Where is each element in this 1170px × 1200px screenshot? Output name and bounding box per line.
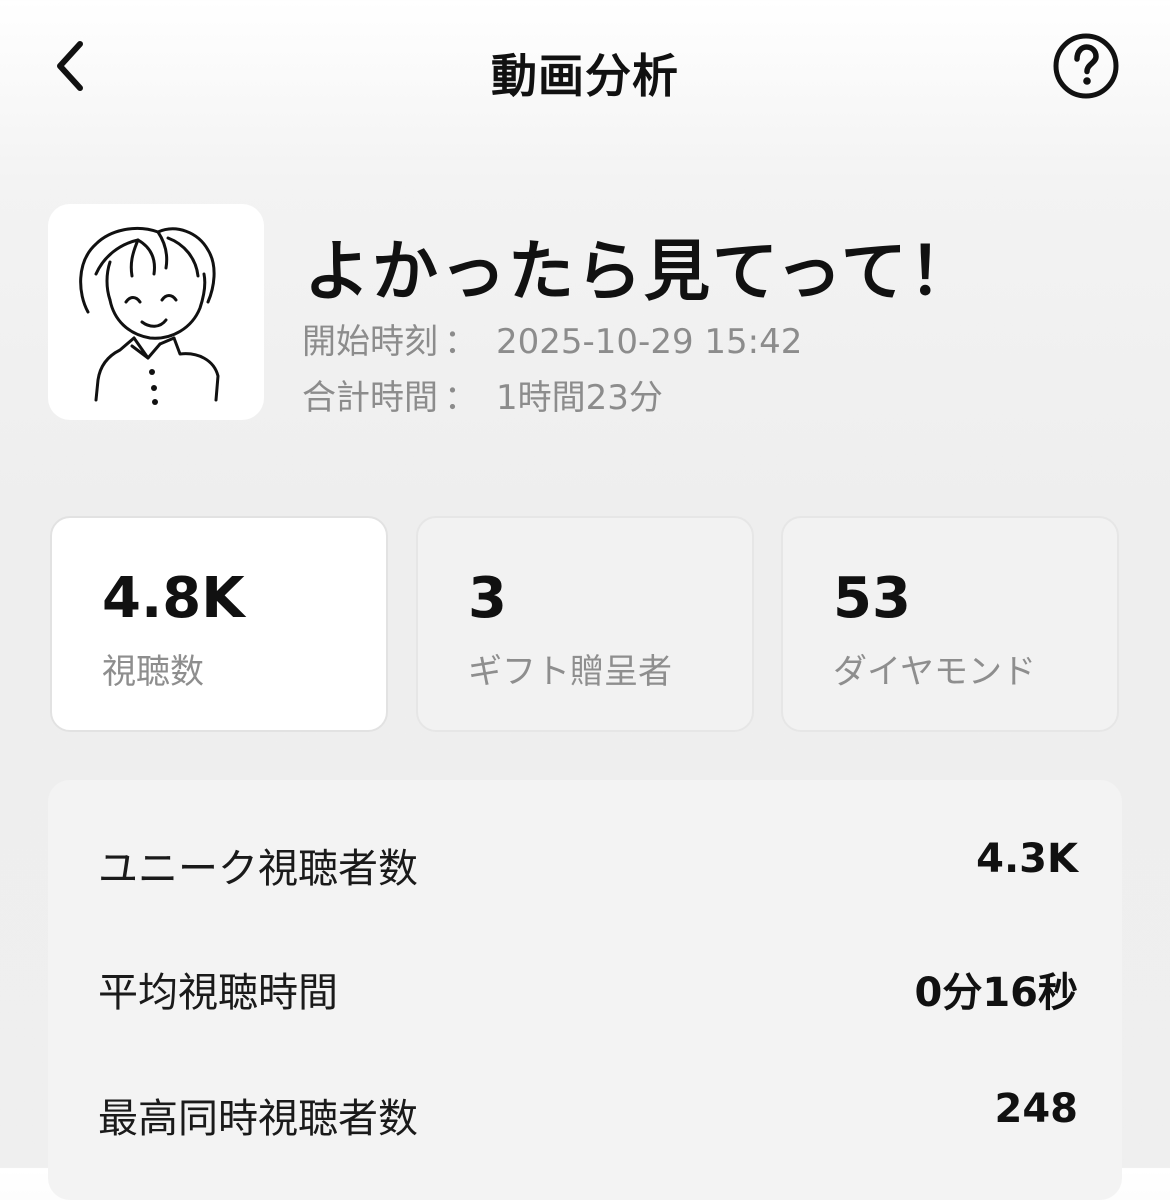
stat-value: 3 [468,566,507,631]
stat-value: 4.8K [102,566,245,631]
avatar-drawing-icon [79,226,220,405]
start-time-value: 2025-10-29 15:42 [496,322,803,362]
metric-row-unique-viewers: ユニーク視聴者数 4.3K [98,836,1078,896]
video-info: よかったら見てって！ 開始時刻： 2025-10-29 15:42 合計時間： 1時… [48,204,1128,420]
metrics-panel: ユニーク視聴者数 4.3K 平均視聴時間 0分16秒 最高同時視聴者数 248 [48,780,1122,1200]
total-time-label: 合計時間 [302,378,438,418]
stat-label: ギフト贈呈者 [468,652,672,692]
video-thumbnail[interactable] [48,204,264,420]
start-time-row: 開始時刻： 2025-10-29 15:42 [302,314,802,363]
start-time-separator: ： [444,322,478,362]
metric-label: 平均視聴時間 [98,970,338,1016]
metric-label: 最高同時視聴者数 [98,1096,418,1142]
stat-label: ダイヤモンド [833,652,1036,692]
stat-value: 53 [833,566,911,631]
stat-card-diamonds[interactable]: 53 ダイヤモンド [781,516,1119,732]
page-title: 動画分析 [491,49,679,103]
metric-label: ユニーク視聴者数 [98,846,418,892]
question-circle-icon [1052,32,1120,104]
help-button[interactable] [1050,32,1122,104]
metric-value: 248 [994,1086,1079,1132]
stat-label: 視聴数 [102,652,204,692]
video-title: よかったら見てって！ [304,233,977,310]
metric-value: 4.3K [976,836,1078,882]
total-time-separator: ： [444,378,478,418]
metric-row-peak-viewers: 最高同時視聴者数 248 [98,1086,1078,1146]
metric-row-avg-watch-time: 平均視聴時間 0分16秒 [98,960,1078,1020]
header-bar: 動画分析 [0,0,1170,140]
stat-card-views[interactable]: 4.8K 視聴数 [50,516,388,732]
start-time-label: 開始時刻 [302,322,438,362]
stat-card-gifters[interactable]: 3 ギフト贈呈者 [416,516,754,732]
total-time-value: 1時間23分 [496,378,663,418]
total-time-row: 合計時間： 1時間23分 [302,370,663,419]
metric-value: 0分16秒 [914,970,1079,1016]
